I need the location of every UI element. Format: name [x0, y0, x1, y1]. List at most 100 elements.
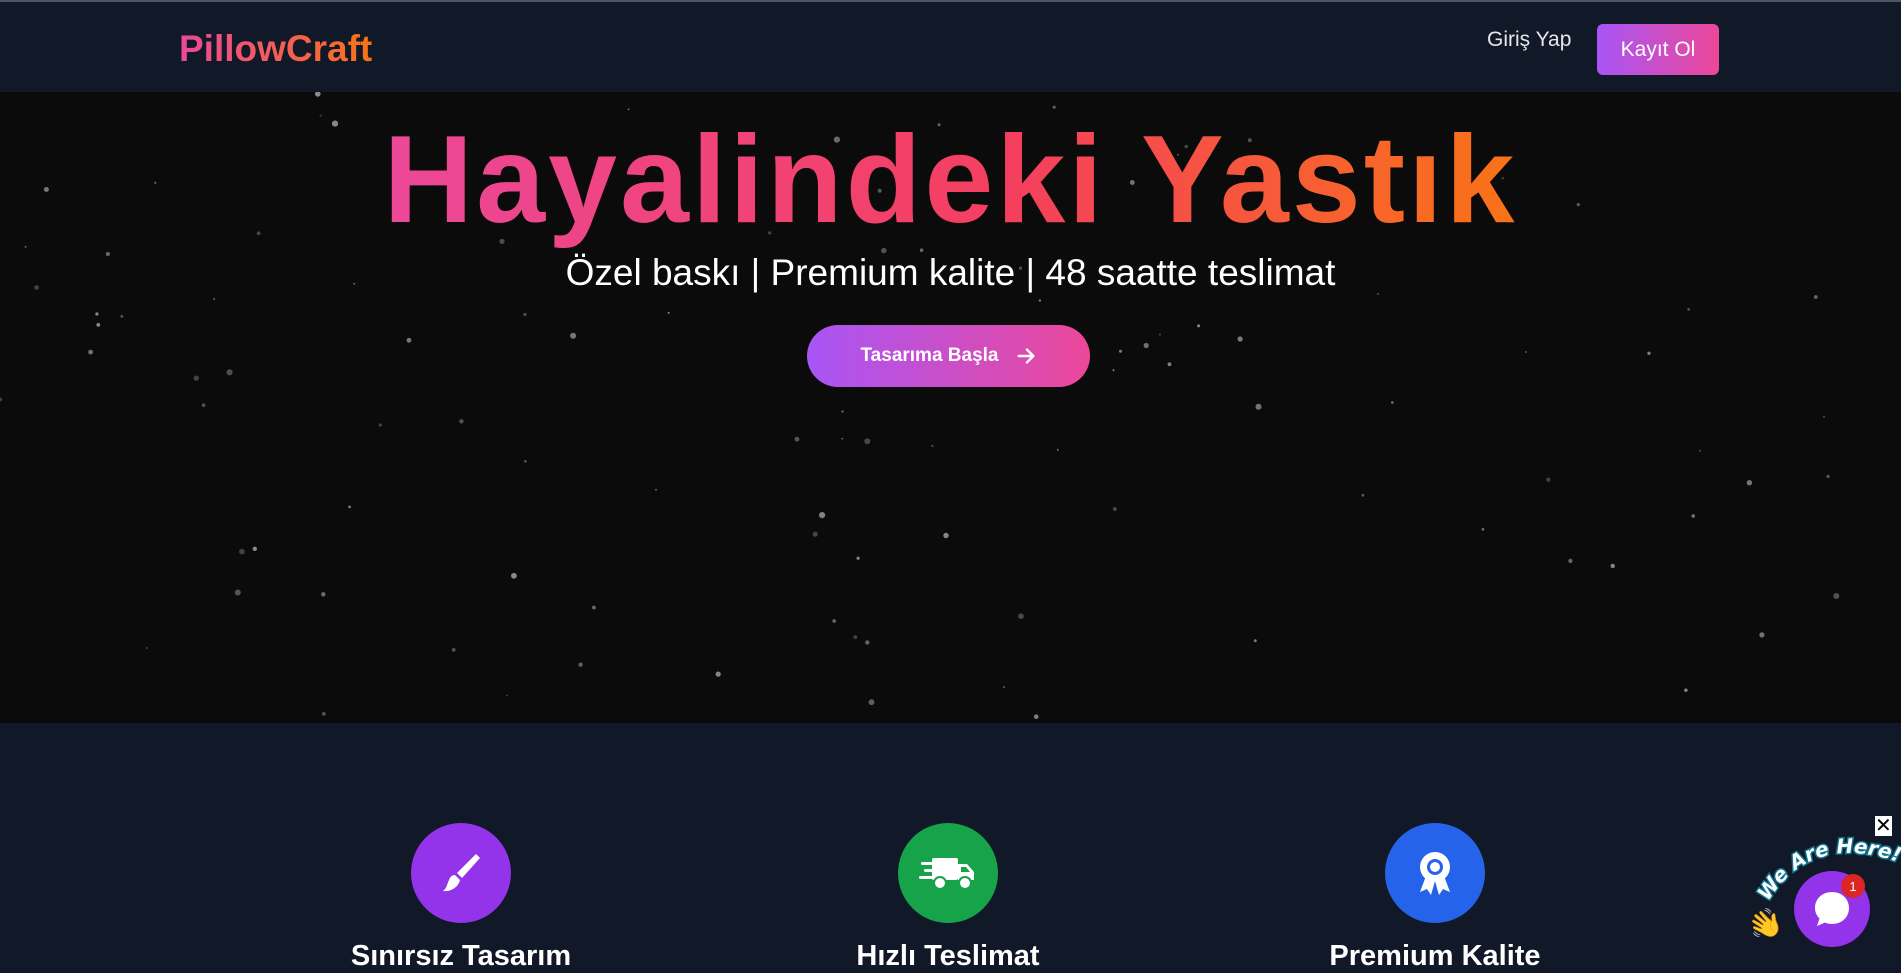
start-design-button[interactable]: Tasarıma Başla	[807, 325, 1090, 387]
start-design-label: Tasarıma Başla	[860, 345, 999, 366]
star-dot	[96, 323, 101, 327]
star-dot	[841, 410, 844, 413]
star-dot	[943, 532, 949, 539]
star-dot	[1237, 336, 1243, 342]
star-dot	[570, 332, 577, 339]
star-dot	[832, 619, 837, 623]
star-dot	[524, 460, 527, 463]
star-dot	[322, 712, 326, 716]
feature-icon-circle	[1385, 823, 1485, 923]
star-dot	[1056, 448, 1059, 451]
star-dot	[201, 403, 206, 408]
chat-widget: We Are Here! ✕ 👋 1	[1740, 814, 1901, 973]
star-dot	[1052, 105, 1056, 109]
star-dot	[1813, 295, 1818, 299]
star-dot	[856, 556, 860, 560]
features-section: Sınırsız Tasarım Hızlı Teslimat Premium …	[0, 723, 1901, 973]
star-dot	[1524, 351, 1527, 353]
star-dot	[1546, 477, 1551, 482]
star-dot	[853, 635, 858, 639]
star-dot	[451, 648, 456, 652]
hero-section: Hayalindeki Yastık Özel baskı | Premium …	[0, 92, 1901, 723]
star-dot	[715, 671, 721, 677]
feature-title: Sınırsız Tasarım	[350, 940, 572, 972]
star-dot	[1610, 563, 1615, 569]
star-dot	[1746, 480, 1753, 486]
star-dot	[1568, 558, 1573, 563]
star-dot	[1167, 362, 1172, 367]
feature-icon-circle	[411, 823, 511, 923]
star-dot	[1390, 401, 1394, 404]
star-dot	[1361, 493, 1365, 497]
star-dot	[95, 312, 99, 316]
star-dot	[1691, 514, 1695, 518]
star-dot	[88, 349, 93, 355]
feature-icon-circle	[898, 823, 998, 923]
star-dot	[459, 419, 464, 424]
star-dot	[1002, 686, 1005, 689]
star-dot	[120, 315, 124, 318]
star-dot	[1687, 308, 1691, 311]
star-dot	[1698, 449, 1701, 452]
login-link[interactable]: Giriş Yap	[1487, 28, 1571, 52]
star-dot	[511, 572, 517, 579]
delivery-truck-icon	[919, 858, 974, 890]
star-dot	[1119, 349, 1122, 353]
star-dot	[315, 92, 321, 97]
star-dot	[252, 546, 257, 551]
paintbrush-icon	[443, 854, 480, 892]
star-dot	[321, 592, 326, 597]
star-dot	[1253, 639, 1257, 643]
star-dot	[348, 505, 351, 509]
star-dot	[1038, 299, 1042, 302]
star-dot	[0, 397, 3, 402]
notification-badge: 1	[1841, 874, 1865, 898]
hero-title: Hayalindeki Yastık	[383, 111, 1518, 249]
star-dot	[213, 298, 216, 300]
star-dot	[226, 369, 233, 376]
site-logo[interactable]: PillowCraft	[179, 28, 372, 70]
feature-fast-delivery: Hızlı Teslimat	[798, 823, 1098, 973]
hero-subtitle: Özel baskı | Premium kalite | 48 saatte …	[565, 252, 1336, 293]
star-dot	[592, 605, 596, 610]
star-dot	[864, 438, 871, 445]
feature-title: Premium Kalite	[1329, 940, 1541, 972]
star-dot	[667, 311, 670, 314]
star-dot	[578, 662, 583, 667]
star-dot	[239, 548, 245, 555]
star-dot	[865, 640, 870, 645]
star-dot	[1823, 415, 1825, 418]
register-button[interactable]: Kayıt Ol	[1597, 24, 1719, 75]
star-dot	[1481, 528, 1485, 531]
star-dot	[523, 312, 527, 317]
star-dot	[841, 437, 844, 440]
star-dot	[819, 512, 826, 519]
star-dot	[1112, 369, 1115, 372]
feature-unlimited-design: Sınırsız Tasarım	[311, 823, 611, 973]
star-dot	[931, 444, 934, 447]
star-dot	[145, 647, 148, 649]
star-dot	[868, 699, 875, 706]
star-dot	[1143, 342, 1149, 349]
star-dot	[794, 436, 800, 442]
star-dot	[1255, 403, 1262, 410]
chat-close-icon[interactable]: ✕	[1875, 816, 1892, 836]
star-dot	[406, 337, 412, 343]
star-dot	[1197, 324, 1201, 328]
star-dot	[1647, 351, 1651, 355]
feature-title: Hızlı Teslimat	[856, 940, 1040, 972]
star-dot	[1684, 688, 1688, 692]
star-dot	[1033, 714, 1039, 719]
star-dot	[1759, 632, 1765, 638]
star-dot	[655, 488, 657, 491]
star-dot	[193, 375, 199, 381]
star-dot	[812, 531, 818, 537]
star-dot	[1112, 507, 1117, 511]
star-dot	[378, 423, 382, 427]
award-ribbon-icon	[1420, 852, 1450, 895]
star-dot	[506, 694, 508, 697]
top-navbar: PillowCraft Giriş Yap Kayıt Ol	[0, 2, 1901, 92]
star-dot	[1826, 474, 1830, 478]
feature-premium-quality: Premium Kalite	[1285, 823, 1585, 973]
star-dot	[1158, 333, 1161, 336]
